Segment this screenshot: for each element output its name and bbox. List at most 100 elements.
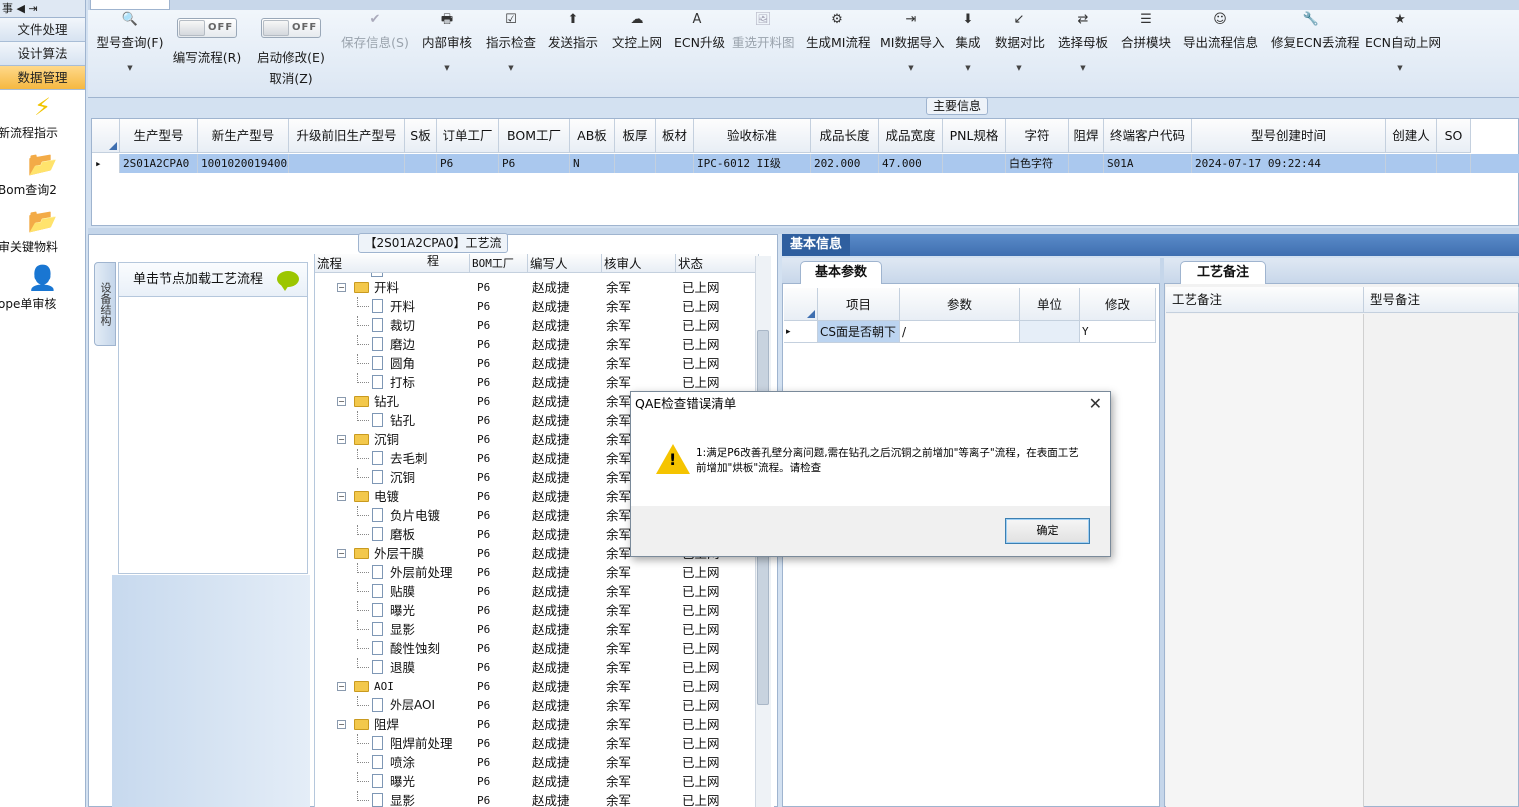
- column-header[interactable]: 升级前旧生产型号: [289, 119, 405, 153]
- table-cell[interactable]: [615, 154, 656, 173]
- param-cell-param[interactable]: /: [900, 321, 1020, 343]
- module-item[interactable]: 📂 审关键物料: [0, 204, 85, 261]
- table-cell[interactable]: [405, 154, 437, 173]
- column-header[interactable]: S板: [405, 119, 437, 153]
- toolbar-button-17[interactable]: 🔧 修复ECN丢流程: [1271, 12, 1359, 51]
- tree-row[interactable]: 酸性蚀刻 P6 赵成捷 余军 已上网: [315, 639, 760, 658]
- table-cell[interactable]: 47.000: [879, 154, 943, 173]
- table-cell[interactable]: [1386, 154, 1437, 173]
- tree-row[interactable]: − AOI P6 赵成捷 余军 已上网: [315, 677, 760, 696]
- toolbar-button-1[interactable]: OFF 编写流程(R): [172, 18, 242, 66]
- toolbar-button-14[interactable]: ⇄ 选择母板 ▼: [1058, 12, 1108, 72]
- tree-row[interactable]: 外层前处理 P6 赵成捷 余军 已上网: [315, 563, 760, 582]
- toolbar-button-3[interactable]: ✔ 保存信息(S): [340, 12, 410, 51]
- table-cell[interactable]: [1437, 154, 1471, 173]
- tree-row[interactable]: 曝光 P6 赵成捷 余军 已上网: [315, 772, 760, 791]
- column-header[interactable]: 成品宽度: [879, 119, 943, 153]
- table-cell[interactable]: [289, 154, 405, 173]
- column-header[interactable]: 字符: [1006, 119, 1069, 153]
- toolbar-button-0[interactable]: 🔍 型号查询(F) ▼: [96, 12, 164, 72]
- column-header[interactable]: 型号创建时间: [1192, 119, 1386, 153]
- table-cell[interactable]: P6: [499, 154, 570, 173]
- left-menu-item[interactable]: 文件处理: [0, 18, 85, 42]
- collapse-icon[interactable]: −: [337, 549, 346, 558]
- table-cell[interactable]: 2S01A2CPA0: [120, 154, 198, 173]
- remark-col-process[interactable]: 工艺备注: [1166, 287, 1364, 313]
- collapse-icon[interactable]: −: [337, 397, 346, 406]
- tree-row[interactable]: 显影 P6 赵成捷 余军 已上网: [315, 791, 760, 807]
- toolbar-button-6[interactable]: ⬆ 发送指示: [547, 12, 599, 51]
- toolbar-button-18[interactable]: ★ ECN自动上网 ▼: [1365, 12, 1441, 72]
- column-header[interactable]: 板材: [656, 119, 694, 153]
- tree-row[interactable]: − 开料 P6 赵成捷 余军 已上网: [315, 278, 760, 297]
- active-document-tab[interactable]: [90, 0, 170, 10]
- module-item[interactable]: 👤 ope单审核: [0, 261, 85, 318]
- row-selector[interactable]: ▸: [92, 154, 120, 173]
- table-cell[interactable]: IPC-6012 II级: [694, 154, 811, 173]
- toolbar-button-7[interactable]: ☁ 文控上网: [612, 12, 662, 51]
- tree-row[interactable]: 圆角 P6 赵成捷 余军 已上网: [315, 354, 760, 373]
- table-cell[interactable]: P6: [437, 154, 499, 173]
- tree-row[interactable]: 喷涂 P6 赵成捷 余军 已上网: [315, 753, 760, 772]
- toolbar-button-10[interactable]: ⚙ 生成MI流程: [806, 12, 870, 51]
- dropdown-arrow-icon[interactable]: ▼: [486, 64, 536, 72]
- dropdown-arrow-icon[interactable]: ▼: [1365, 64, 1435, 72]
- column-header[interactable]: PNL规格: [943, 119, 1006, 153]
- tree-column-header[interactable]: 状态: [676, 254, 759, 273]
- dropdown-arrow-icon[interactable]: ▼: [422, 64, 472, 72]
- table-cell[interactable]: [943, 154, 1006, 173]
- collapse-icon[interactable]: −: [337, 720, 346, 729]
- column-header[interactable]: 订单工厂: [437, 119, 499, 153]
- table-cell[interactable]: [656, 154, 694, 173]
- equipment-structure-tab[interactable]: 设备结构: [94, 262, 116, 346]
- left-menu-item[interactable]: 数据管理: [0, 66, 85, 90]
- table-cell[interactable]: 2024-07-17 09:22:44: [1192, 154, 1386, 173]
- module-item[interactable]: 📂 Bom查询2: [0, 147, 85, 204]
- param-cell-unit[interactable]: [1020, 321, 1080, 343]
- dropdown-arrow-icon[interactable]: ▼: [955, 64, 981, 72]
- tree-row[interactable]: 外层AOI P6 赵成捷 余军 已上网: [315, 696, 760, 715]
- collapse-icon[interactable]: −: [337, 682, 346, 691]
- left-menu-item[interactable]: 设计算法: [0, 42, 85, 66]
- param-column-header[interactable]: 修改: [1080, 288, 1156, 321]
- dropdown-arrow-icon[interactable]: ▼: [1058, 64, 1108, 72]
- tree-row[interactable]: 退膜 P6 赵成捷 余军 已上网: [315, 658, 760, 677]
- column-header[interactable]: 阻焊: [1069, 119, 1104, 153]
- param-column-header[interactable]: 参数: [900, 288, 1020, 321]
- tree-column-header[interactable]: 核审人: [602, 254, 676, 273]
- tree-row[interactable]: 裁切 P6 赵成捷 余军 已上网: [315, 316, 760, 335]
- table-cell[interactable]: 202.000: [811, 154, 879, 173]
- toolbar-button-11[interactable]: ⇥ MI数据导入 ▼: [880, 12, 944, 72]
- toolbar-button-16[interactable]: ☺ 导出流程信息: [1183, 12, 1258, 51]
- module-item[interactable]: ⚡ 新流程指示: [0, 90, 85, 147]
- toolbar-button-12[interactable]: ⬇ 集成 ▼: [955, 12, 981, 72]
- table-cell[interactable]: [1069, 154, 1104, 173]
- toggle-switch[interactable]: OFF: [261, 18, 321, 38]
- table-cell[interactable]: N: [570, 154, 615, 173]
- collapse-icon[interactable]: −: [337, 435, 346, 444]
- hint-header[interactable]: 单击节点加载工艺流程: [119, 263, 307, 297]
- param-cell-modify[interactable]: Y: [1080, 321, 1156, 343]
- basic-info-tab[interactable]: 基本信息: [782, 234, 850, 256]
- param-cell-item[interactable]: CS面是否朝下: [818, 321, 900, 343]
- column-header[interactable]: 新生产型号: [198, 119, 289, 153]
- column-header[interactable]: AB板: [570, 119, 615, 153]
- tree-row[interactable]: − 阻焊 P6 赵成捷 余军 已上网: [315, 715, 760, 734]
- dropdown-arrow-icon[interactable]: ▼: [96, 64, 164, 72]
- tree-column-header[interactable]: 编写人: [528, 254, 602, 273]
- param-column-header[interactable]: 单位: [1020, 288, 1080, 321]
- table-cell[interactable]: 白色字符: [1006, 154, 1069, 173]
- process-remark-text[interactable]: [1166, 314, 1364, 807]
- tree-row[interactable]: 打标 P6 赵成捷 余军 已上网: [315, 373, 760, 392]
- remark-col-model[interactable]: 型号备注: [1364, 287, 1519, 313]
- collapse-icon[interactable]: −: [337, 492, 346, 501]
- column-header[interactable]: 验收标准: [694, 119, 811, 153]
- column-header[interactable]: 创建人: [1386, 119, 1437, 153]
- close-icon[interactable]: ✕: [1089, 392, 1102, 416]
- column-header[interactable]: 板厚: [615, 119, 656, 153]
- tree-row[interactable]: 显影 P6 赵成捷 余军 已上网: [315, 620, 760, 639]
- column-header[interactable]: 终端客户代码: [1104, 119, 1192, 153]
- toolbar-button-8[interactable]: A ECN升级: [674, 12, 725, 51]
- tree-row[interactable]: 磨边 P6 赵成捷 余军 已上网: [315, 335, 760, 354]
- tree-column-header[interactable]: 流程: [315, 254, 470, 273]
